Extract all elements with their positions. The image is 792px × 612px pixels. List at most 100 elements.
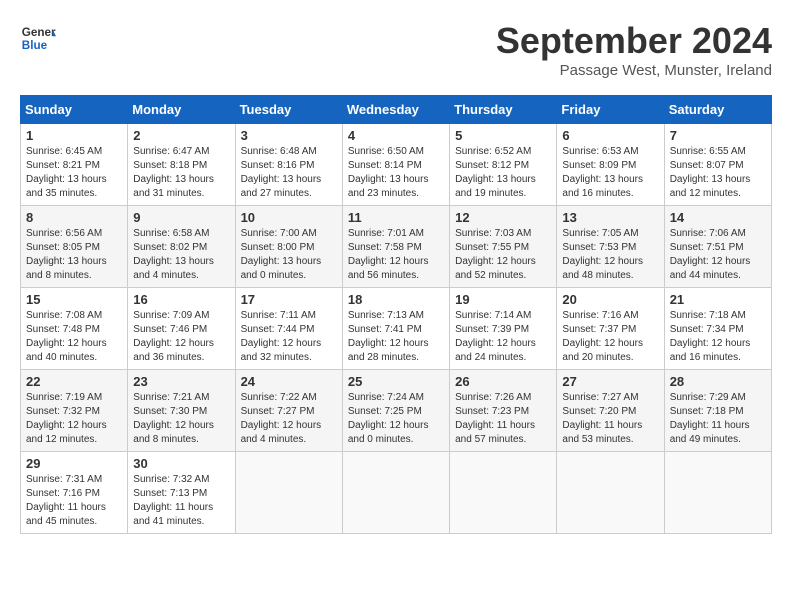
- day-info: Sunrise: 6:55 AM Sunset: 8:07 PM Dayligh…: [670, 145, 766, 201]
- calendar-cell: 21 Sunrise: 7:18 AM Sunset: 7:34 PM Dayli…: [664, 288, 771, 370]
- day-number: 20: [562, 292, 658, 307]
- day-number: 4: [348, 128, 444, 143]
- header-sunday: Sunday: [21, 96, 128, 124]
- calendar-cell: 28 Sunrise: 7:29 AM Sunset: 7:18 PM Dayli…: [664, 370, 771, 452]
- calendar-cell: 13 Sunrise: 7:05 AM Sunset: 7:53 PM Dayli…: [557, 206, 664, 288]
- day-info: Sunrise: 7:29 AM Sunset: 7:18 PM Dayligh…: [670, 391, 766, 447]
- calendar-cell: 24 Sunrise: 7:22 AM Sunset: 7:27 PM Dayli…: [235, 370, 342, 452]
- calendar-cell: 11 Sunrise: 7:01 AM Sunset: 7:58 PM Dayli…: [342, 206, 449, 288]
- day-info: Sunrise: 7:09 AM Sunset: 7:46 PM Dayligh…: [133, 309, 229, 365]
- day-number: 1: [26, 128, 122, 143]
- calendar-cell: [557, 452, 664, 534]
- weekday-header-row: Sunday Monday Tuesday Wednesday Thursday…: [21, 96, 772, 124]
- calendar-row-5: 29Sunrise: 7:31 AM Sunset: 7:16 PM Dayli…: [21, 452, 772, 534]
- day-info: Sunrise: 7:05 AM Sunset: 7:53 PM Dayligh…: [562, 227, 658, 283]
- day-number: 21: [670, 292, 766, 307]
- day-number: 2: [133, 128, 229, 143]
- calendar-cell: [664, 452, 771, 534]
- calendar-cell: 1 Sunrise: 6:45 AM Sunset: 8:21 PM Daylig…: [21, 124, 128, 206]
- day-number: 15: [26, 292, 122, 307]
- day-number: 7: [670, 128, 766, 143]
- day-info: Sunrise: 6:47 AM Sunset: 8:18 PM Dayligh…: [133, 145, 229, 201]
- day-info: Sunrise: 7:14 AM Sunset: 7:39 PM Dayligh…: [455, 309, 551, 365]
- title-area: September 2024 Passage West, Munster, Ir…: [496, 20, 772, 79]
- calendar-cell: 14 Sunrise: 7:06 AM Sunset: 7:51 PM Dayli…: [664, 206, 771, 288]
- calendar-table: Sunday Monday Tuesday Wednesday Thursday…: [20, 95, 772, 534]
- calendar-row-2: 8Sunrise: 6:56 AM Sunset: 8:05 PM Daylig…: [21, 206, 772, 288]
- day-info: Sunrise: 7:16 AM Sunset: 7:37 PM Dayligh…: [562, 309, 658, 365]
- day-number: 22: [26, 374, 122, 389]
- day-number: 12: [455, 210, 551, 225]
- day-info: Sunrise: 7:32 AM Sunset: 7:13 PM Dayligh…: [133, 473, 229, 529]
- calendar-cell: 6 Sunrise: 6:53 AM Sunset: 8:09 PM Daylig…: [557, 124, 664, 206]
- calendar-cell: 12 Sunrise: 7:03 AM Sunset: 7:55 PM Dayli…: [450, 206, 557, 288]
- day-info: Sunrise: 7:08 AM Sunset: 7:48 PM Dayligh…: [26, 309, 122, 365]
- day-number: 10: [241, 210, 337, 225]
- calendar-cell: 7 Sunrise: 6:55 AM Sunset: 8:07 PM Daylig…: [664, 124, 771, 206]
- location: Passage West, Munster, Ireland: [496, 62, 772, 79]
- day-info: Sunrise: 7:13 AM Sunset: 7:41 PM Dayligh…: [348, 309, 444, 365]
- day-info: Sunrise: 7:21 AM Sunset: 7:30 PM Dayligh…: [133, 391, 229, 447]
- calendar-cell: 2 Sunrise: 6:47 AM Sunset: 8:18 PM Daylig…: [128, 124, 235, 206]
- day-info: Sunrise: 7:19 AM Sunset: 7:32 PM Dayligh…: [26, 391, 122, 447]
- calendar-row-1: 1 Sunrise: 6:45 AM Sunset: 8:21 PM Daylig…: [21, 124, 772, 206]
- day-number: 28: [670, 374, 766, 389]
- day-number: 26: [455, 374, 551, 389]
- month-title: September 2024: [496, 20, 772, 62]
- day-info: Sunrise: 7:00 AM Sunset: 8:00 PM Dayligh…: [241, 227, 337, 283]
- day-number: 30: [133, 456, 229, 471]
- calendar-row-3: 15 Sunrise: 7:08 AM Sunset: 7:48 PM Dayli…: [21, 288, 772, 370]
- day-info: Sunrise: 6:48 AM Sunset: 8:16 PM Dayligh…: [241, 145, 337, 201]
- day-number: 13: [562, 210, 658, 225]
- calendar-cell: 22 Sunrise: 7:19 AM Sunset: 7:32 PM Dayli…: [21, 370, 128, 452]
- day-info: Sunrise: 7:27 AM Sunset: 7:20 PM Dayligh…: [562, 391, 658, 447]
- day-number: 6: [562, 128, 658, 143]
- calendar-cell: 20 Sunrise: 7:16 AM Sunset: 7:37 PM Dayli…: [557, 288, 664, 370]
- calendar-cell: 26 Sunrise: 7:26 AM Sunset: 7:23 PM Dayli…: [450, 370, 557, 452]
- calendar-cell: 10 Sunrise: 7:00 AM Sunset: 8:00 PM Dayli…: [235, 206, 342, 288]
- day-number: 11: [348, 210, 444, 225]
- day-info: Sunrise: 6:50 AM Sunset: 8:14 PM Dayligh…: [348, 145, 444, 201]
- logo-icon: General Blue: [20, 20, 56, 56]
- day-info: Sunrise: 6:53 AM Sunset: 8:09 PM Dayligh…: [562, 145, 658, 201]
- header-monday: Monday: [128, 96, 235, 124]
- calendar-cell: 30 Sunrise: 7:32 AM Sunset: 7:13 PM Dayli…: [128, 452, 235, 534]
- svg-text:Blue: Blue: [22, 39, 48, 52]
- calendar-cell: 23 Sunrise: 7:21 AM Sunset: 7:30 PM Dayli…: [128, 370, 235, 452]
- calendar-cell: 15 Sunrise: 7:08 AM Sunset: 7:48 PM Dayli…: [21, 288, 128, 370]
- day-info: Sunrise: 6:45 AM Sunset: 8:21 PM Dayligh…: [26, 145, 122, 201]
- calendar-cell: [342, 452, 449, 534]
- day-info: Sunrise: 6:58 AM Sunset: 8:02 PM Dayligh…: [133, 227, 229, 283]
- header: General Blue September 2024 Passage West…: [20, 20, 772, 79]
- header-wednesday: Wednesday: [342, 96, 449, 124]
- logo: General Blue: [20, 20, 56, 56]
- calendar-cell: 3Sunrise: 6:48 AM Sunset: 8:16 PM Daylig…: [235, 124, 342, 206]
- calendar-cell: 19Sunrise: 7:14 AM Sunset: 7:39 PM Dayli…: [450, 288, 557, 370]
- calendar-cell: 9 Sunrise: 6:58 AM Sunset: 8:02 PM Daylig…: [128, 206, 235, 288]
- day-number: 27: [562, 374, 658, 389]
- day-info: Sunrise: 7:06 AM Sunset: 7:51 PM Dayligh…: [670, 227, 766, 283]
- calendar-row-4: 22 Sunrise: 7:19 AM Sunset: 7:32 PM Dayli…: [21, 370, 772, 452]
- day-number: 8: [26, 210, 122, 225]
- day-number: 23: [133, 374, 229, 389]
- day-info: Sunrise: 7:26 AM Sunset: 7:23 PM Dayligh…: [455, 391, 551, 447]
- day-info: Sunrise: 7:03 AM Sunset: 7:55 PM Dayligh…: [455, 227, 551, 283]
- calendar-cell: 27 Sunrise: 7:27 AM Sunset: 7:20 PM Dayli…: [557, 370, 664, 452]
- day-number: 16: [133, 292, 229, 307]
- day-number: 17: [241, 292, 337, 307]
- day-number: 14: [670, 210, 766, 225]
- day-info: Sunrise: 7:01 AM Sunset: 7:58 PM Dayligh…: [348, 227, 444, 283]
- calendar-cell: 18Sunrise: 7:13 AM Sunset: 7:41 PM Dayli…: [342, 288, 449, 370]
- calendar-cell: 8Sunrise: 6:56 AM Sunset: 8:05 PM Daylig…: [21, 206, 128, 288]
- day-info: Sunrise: 7:18 AM Sunset: 7:34 PM Dayligh…: [670, 309, 766, 365]
- day-number: 24: [241, 374, 337, 389]
- header-saturday: Saturday: [664, 96, 771, 124]
- day-info: Sunrise: 7:22 AM Sunset: 7:27 PM Dayligh…: [241, 391, 337, 447]
- day-info: Sunrise: 7:24 AM Sunset: 7:25 PM Dayligh…: [348, 391, 444, 447]
- day-info: Sunrise: 6:52 AM Sunset: 8:12 PM Dayligh…: [455, 145, 551, 201]
- day-number: 29: [26, 456, 122, 471]
- calendar-cell: 5Sunrise: 6:52 AM Sunset: 8:12 PM Daylig…: [450, 124, 557, 206]
- calendar-cell: [450, 452, 557, 534]
- calendar-cell: 16 Sunrise: 7:09 AM Sunset: 7:46 PM Dayli…: [128, 288, 235, 370]
- day-number: 9: [133, 210, 229, 225]
